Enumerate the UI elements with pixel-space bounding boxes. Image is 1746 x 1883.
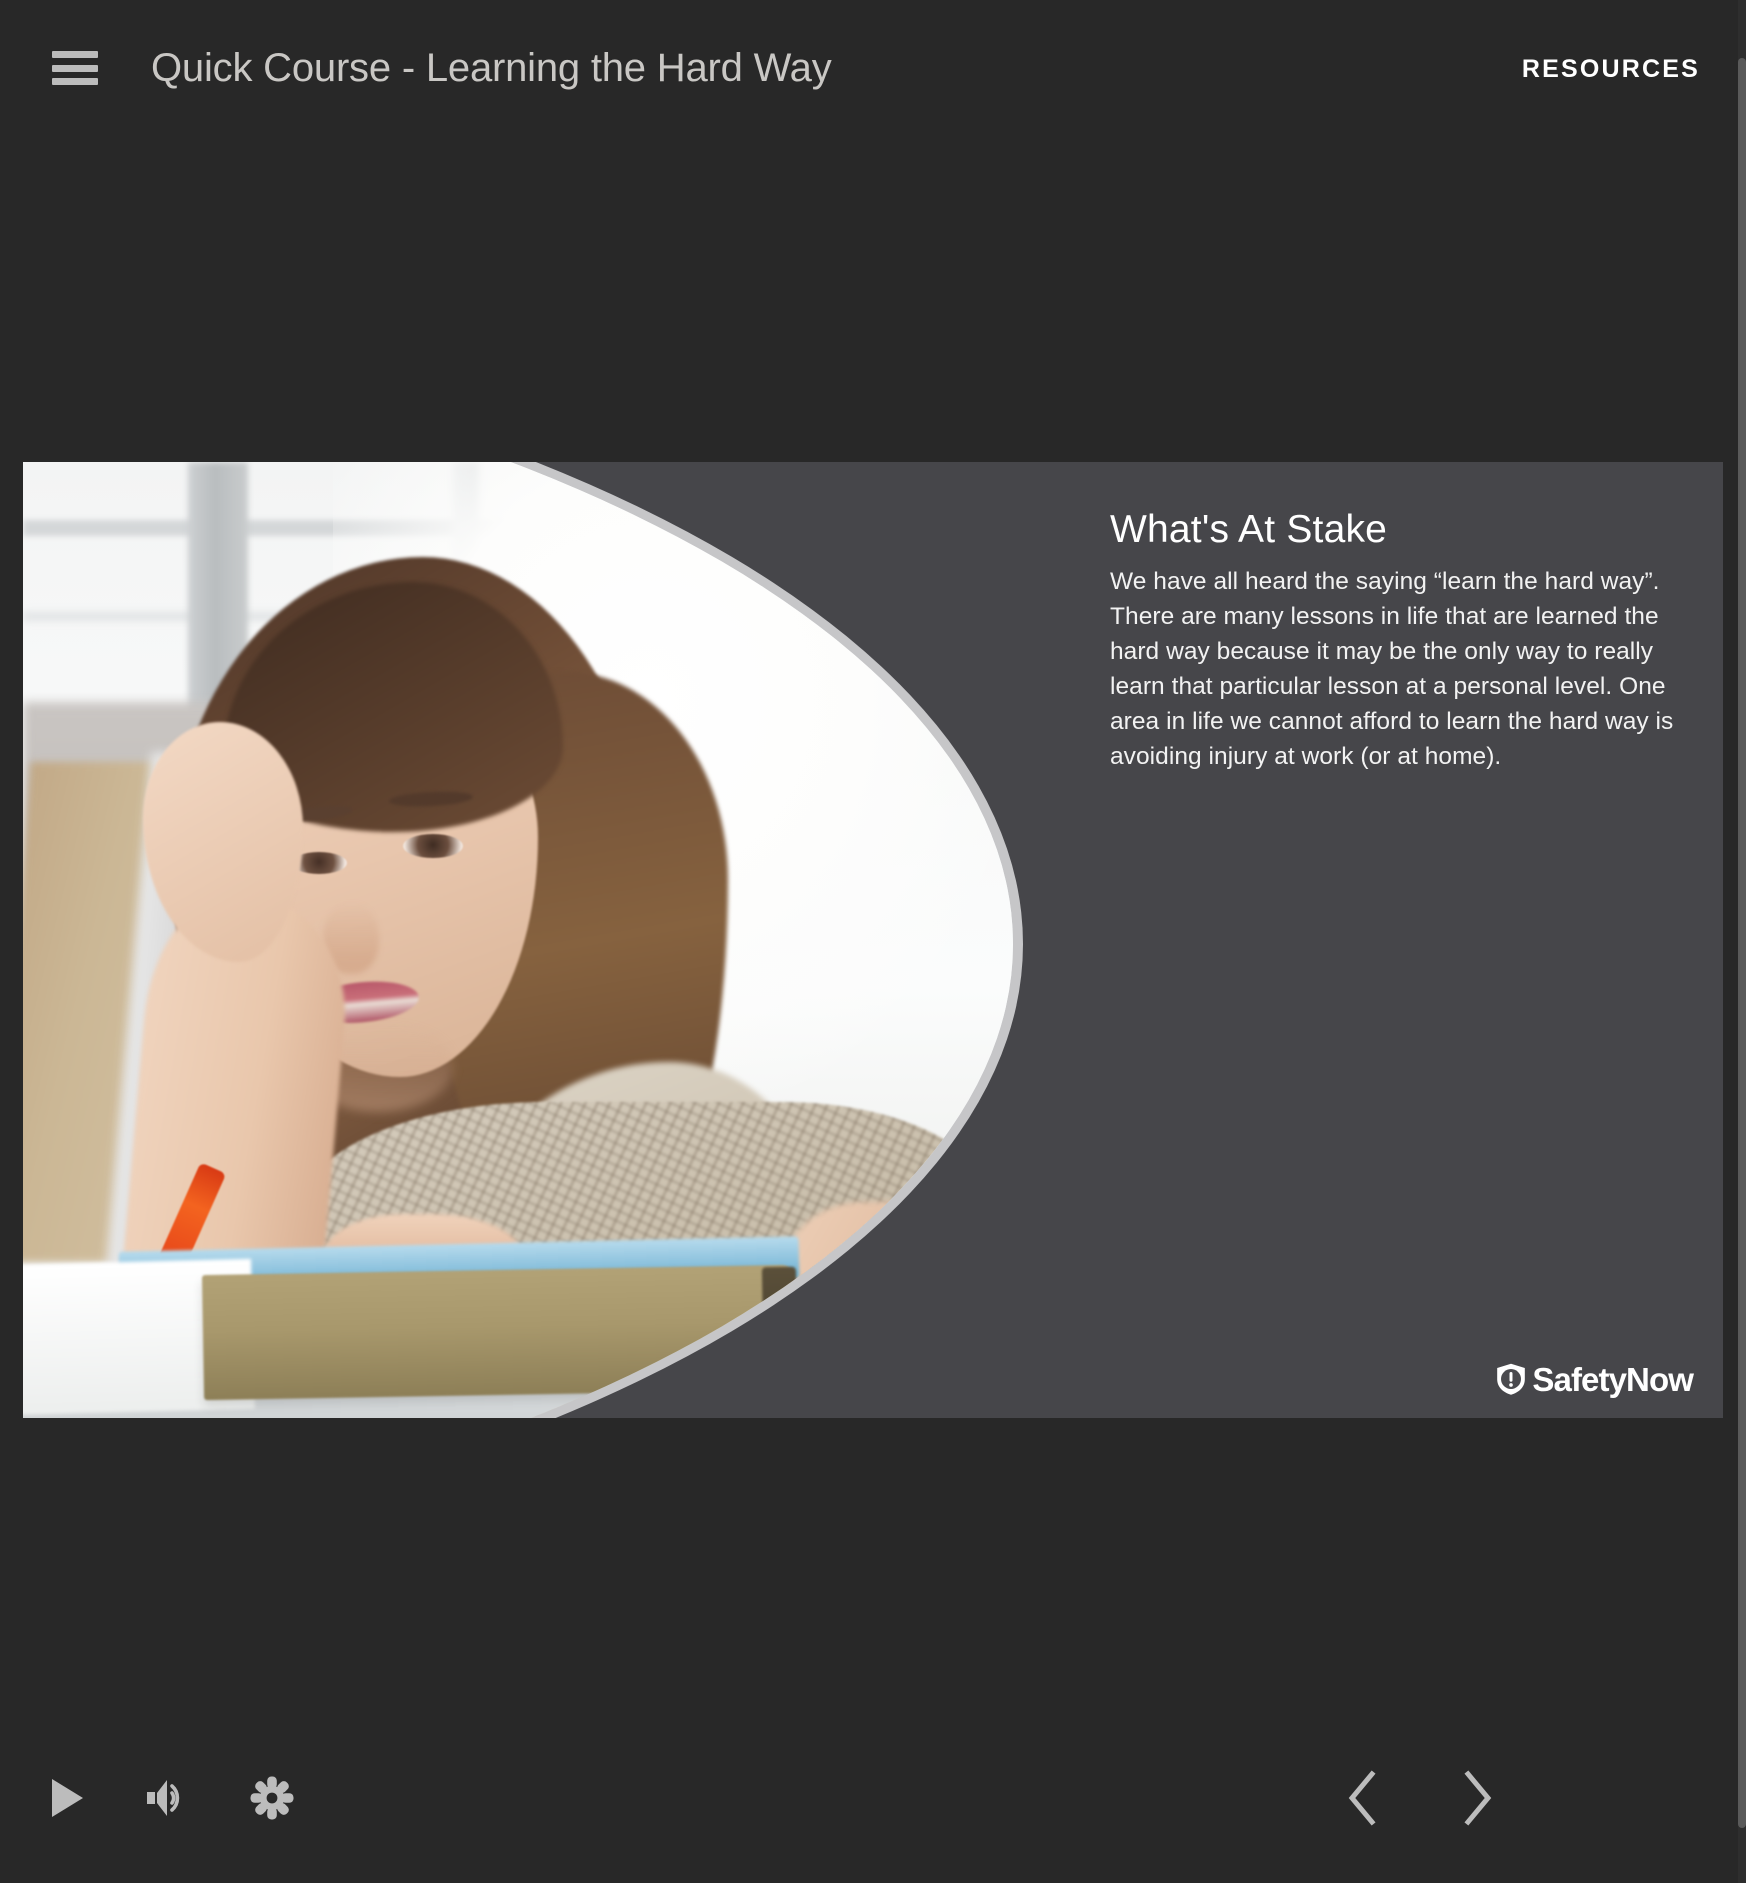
slide-canvas: What's At Stake We have all heard the sa…: [23, 462, 1723, 1418]
slide-photo: [23, 462, 1023, 1418]
photo-clip: [23, 462, 1013, 1418]
photo-book-spine: [761, 1266, 799, 1398]
course-title: Quick Course - Learning the Hard Way: [151, 45, 832, 90]
photo-image: [23, 462, 1013, 1418]
hamburger-bar: [52, 51, 98, 58]
hamburger-bar: [52, 64, 98, 72]
page-scrollbar-thumb[interactable]: [1738, 58, 1746, 1828]
next-slide-button[interactable]: [1454, 1770, 1500, 1826]
previous-slide-button[interactable]: [1340, 1770, 1386, 1826]
course-player: Quick Course - Learning the Hard Way RES…: [0, 0, 1746, 1883]
resources-link[interactable]: RESOURCES: [1522, 55, 1700, 84]
play-icon: [47, 1776, 87, 1820]
gear-icon: [249, 1775, 295, 1821]
settings-button[interactable]: [248, 1774, 296, 1822]
photo-book: [201, 1264, 795, 1401]
chevron-right-icon: [1460, 1770, 1494, 1826]
safetynow-wordmark: SafetyNow: [1532, 1360, 1694, 1398]
slide-text-panel: What's At Stake We have all heard the sa…: [1086, 462, 1723, 1418]
player-controls: [0, 1713, 1738, 1883]
safetynow-shield-icon: [1494, 1362, 1528, 1396]
slide-body-text: We have all heard the saying “learn the …: [1110, 567, 1674, 770]
volume-icon: [143, 1777, 191, 1819]
slide-heading: What's At Stake: [1110, 508, 1388, 551]
page-scrollbar-track[interactable]: [1738, 0, 1746, 1883]
hamburger-menu-icon[interactable]: [52, 51, 98, 85]
player-header: Quick Course - Learning the Hard Way RES…: [0, 0, 1738, 136]
photo-eye: [403, 834, 463, 858]
hamburger-bar: [52, 78, 98, 85]
chevron-left-icon: [1346, 1770, 1380, 1826]
safetynow-logo: SafetyNow: [1494, 1360, 1694, 1398]
volume-button[interactable]: [143, 1775, 191, 1821]
play-button[interactable]: [44, 1775, 90, 1821]
